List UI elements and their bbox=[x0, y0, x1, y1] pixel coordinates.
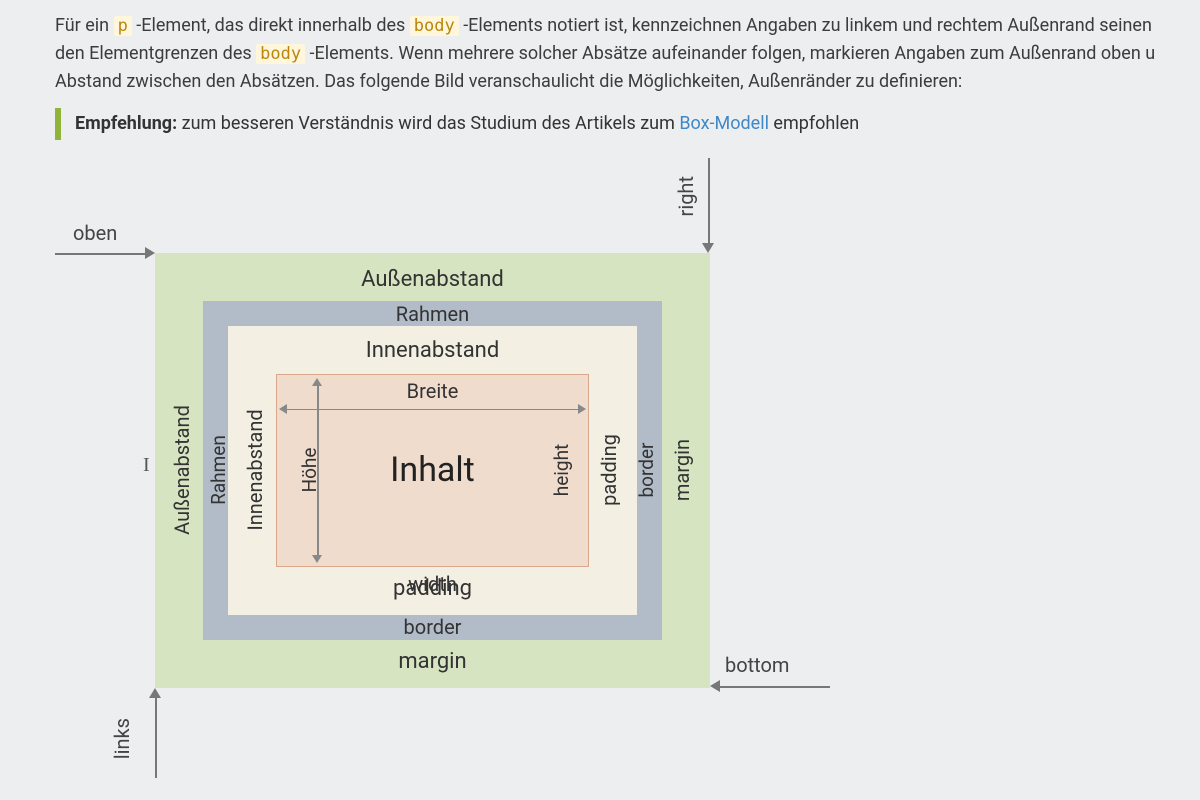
arrow-head-icon bbox=[578, 404, 586, 414]
margin-box: Außenabstand Außenabstand margin margin … bbox=[155, 253, 710, 688]
dimension-arrow-width bbox=[285, 409, 580, 411]
padding-box: Innenabstand Innenabstand padding paddin… bbox=[228, 326, 637, 615]
text-cursor-icon: I bbox=[143, 450, 150, 481]
recommendation-callout: Empfehlung: zum besseren Verständnis wir… bbox=[55, 108, 1200, 140]
article-content: Für ein p -Element, das direkt innerhalb… bbox=[0, 0, 1200, 778]
label-padding-top: Innenabstand bbox=[366, 334, 500, 368]
label-width-en: width bbox=[408, 572, 457, 596]
label-padding-right: padding bbox=[594, 434, 625, 506]
code-body: body bbox=[256, 44, 305, 64]
label-margin-right: margin bbox=[667, 439, 698, 501]
arrow-head-icon bbox=[149, 688, 161, 698]
box-model-diagram: oben right bottom links I Außenabstand A… bbox=[55, 158, 955, 778]
arrow-line bbox=[708, 158, 710, 243]
arrow-line bbox=[720, 686, 830, 688]
arrow-head-icon bbox=[312, 378, 322, 386]
border-box: Rahmen Rahmen border border Innenabstand… bbox=[203, 301, 662, 640]
label-margin-top: Außenabstand bbox=[361, 263, 504, 297]
arrow-head-icon bbox=[312, 555, 322, 563]
label-height-de: Höhe bbox=[295, 448, 324, 493]
arrow-label-bottom: bottom bbox=[725, 650, 789, 681]
label-height-en: height bbox=[547, 444, 576, 497]
label-margin-bottom: margin bbox=[398, 645, 466, 679]
code-body: body bbox=[410, 16, 459, 36]
text: empfohlen bbox=[769, 113, 859, 134]
arrow-head-icon bbox=[702, 243, 714, 253]
dimension-arrow-height bbox=[317, 385, 319, 556]
text: -Elements notiert ist, kennzeichnen Anga… bbox=[459, 15, 1152, 36]
arrow-head-icon bbox=[710, 680, 720, 692]
text: den Elementgrenzen des bbox=[55, 43, 256, 64]
content-box: Breite Höhe height bbox=[276, 374, 589, 567]
arrow-label-top: oben bbox=[73, 218, 117, 249]
label-content: Inhalt bbox=[390, 450, 475, 491]
callout-label: Empfehlung: bbox=[75, 113, 177, 134]
label-padding-left: Innenabstand bbox=[240, 409, 271, 530]
arrow-line bbox=[155, 698, 157, 778]
box-model-boxes: Außenabstand Außenabstand margin margin … bbox=[155, 253, 710, 688]
code-p: p bbox=[114, 16, 132, 36]
arrow-label-left: links bbox=[107, 718, 138, 759]
label-border-bottom: border bbox=[404, 612, 462, 643]
label-width-de: Breite bbox=[407, 379, 459, 403]
text: zum besseren Verständnis wird das Studiu… bbox=[177, 113, 679, 134]
intro-paragraph: Für ein p -Element, das direkt innerhalb… bbox=[55, 12, 1200, 96]
text: Abstand zwischen den Absätzen. Das folge… bbox=[55, 71, 962, 92]
arrow-head-icon bbox=[279, 404, 287, 414]
arrow-line bbox=[55, 253, 145, 255]
text: -Element, das direkt innerhalb des bbox=[132, 15, 410, 36]
box-model-link[interactable]: Box-Modell bbox=[679, 113, 769, 134]
arrow-label-right: right bbox=[671, 176, 702, 216]
text: -Elements. Wenn mehrere solcher Absätze … bbox=[305, 43, 1155, 64]
label-margin-left: Außenabstand bbox=[167, 405, 198, 535]
arrow-head-icon bbox=[145, 247, 155, 259]
text: Für ein bbox=[55, 15, 114, 36]
